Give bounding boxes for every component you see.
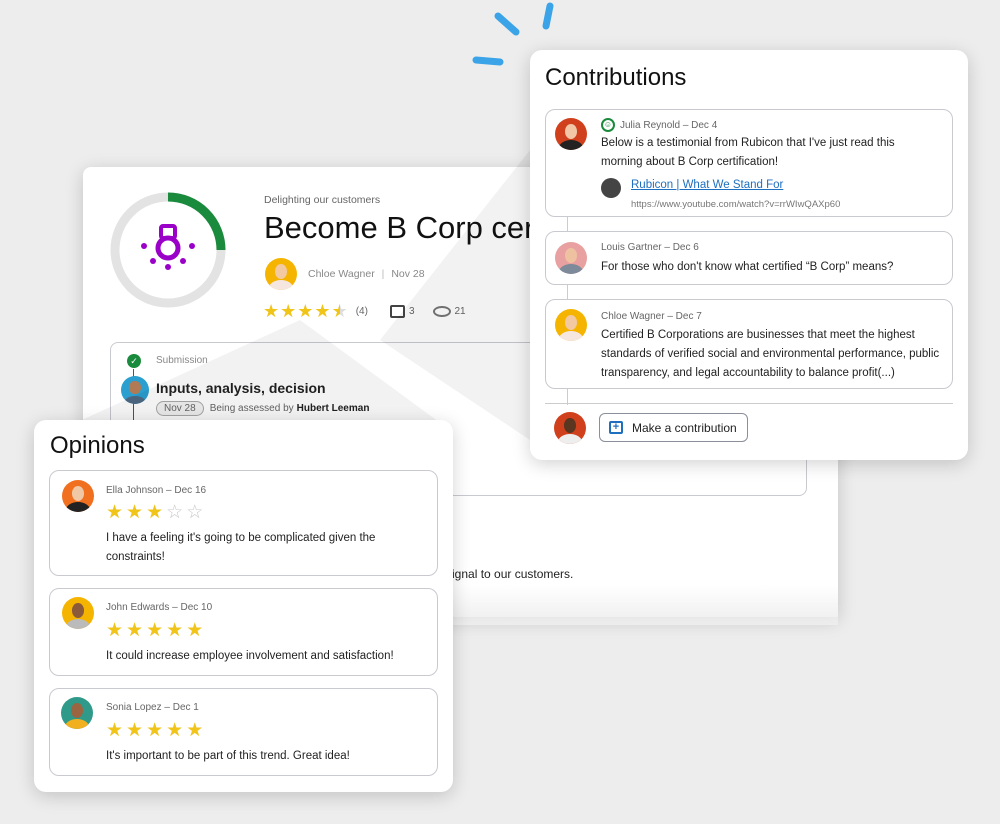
contribution-item: Louis Gartner – Dec 6 For those who don'…	[545, 231, 953, 285]
opinion-text: It could increase employee involvement a…	[106, 650, 394, 662]
link-title[interactable]: Rubicon | What We Stand For	[631, 179, 783, 191]
opinion-item: John Edwards – Dec 10 ★ ★ ★ ★ ★ It could inc…	[49, 588, 438, 676]
opinion-text: I have a feeling it's going to be compli…	[106, 532, 376, 563]
opinion-author: John Edwards – Dec 10	[106, 602, 213, 613]
avatar	[554, 412, 586, 444]
link-url[interactable]: https://www.youtube.com/watch?v=rrWIwQAX…	[631, 199, 840, 210]
opinions-title: Opinions	[50, 432, 145, 459]
contributions-panel: Contributions ☺ Julia Reynold – Dec 4 Be…	[530, 50, 968, 460]
contribution-text: For those who don't know what certified …	[601, 261, 894, 273]
divider	[545, 403, 953, 404]
make-contribution-label: Make a contribution	[632, 420, 737, 435]
contribution-text: Certified B Corporations are businesses …	[601, 329, 940, 379]
contributions-title: Contributions	[545, 64, 687, 91]
avatar	[62, 480, 94, 512]
globe-icon	[601, 178, 621, 198]
smiley-icon: ☺	[601, 118, 615, 132]
avatar	[62, 597, 94, 629]
opinion-text: It's important to be part of this trend.…	[106, 750, 350, 762]
avatar	[61, 697, 93, 729]
avatar	[555, 309, 587, 341]
contribution-author: Louis Gartner – Dec 6	[601, 242, 699, 253]
avatar	[555, 118, 587, 150]
opinions-panel: Opinions Ella Johnson – Dec 16 ★ ★ ★ ☆ ☆ I h…	[34, 420, 453, 792]
add-comment-icon: +	[609, 421, 623, 434]
opinion-author: Sonia Lopez – Dec 1	[106, 702, 199, 713]
opinion-rating: ★ ★ ★ ★ ★	[106, 620, 204, 641]
contribution-author: Chloe Wagner – Dec 7	[601, 311, 702, 322]
contribution-author: Julia Reynold – Dec 4	[620, 119, 718, 131]
avatar	[555, 242, 587, 274]
opinion-author: Ella Johnson – Dec 16	[106, 485, 207, 496]
opinion-rating: ★ ★ ★ ★ ★	[106, 720, 204, 741]
opinion-item: Sonia Lopez – Dec 1 ★ ★ ★ ★ ★ It's important…	[49, 688, 438, 776]
contribution-text: Below is a testimonial from Rubicon that…	[601, 137, 895, 168]
make-contribution-button[interactable]: + Make a contribution	[599, 413, 748, 442]
opinion-item: Ella Johnson – Dec 16 ★ ★ ★ ☆ ☆ I have a fee…	[49, 470, 438, 576]
opinion-rating: ★ ★ ★ ☆ ☆	[106, 502, 204, 523]
contribution-item: Chloe Wagner – Dec 7 Certified B Corpora…	[545, 299, 953, 389]
contribution-item: ☺ Julia Reynold – Dec 4 Below is a testi…	[545, 109, 953, 217]
